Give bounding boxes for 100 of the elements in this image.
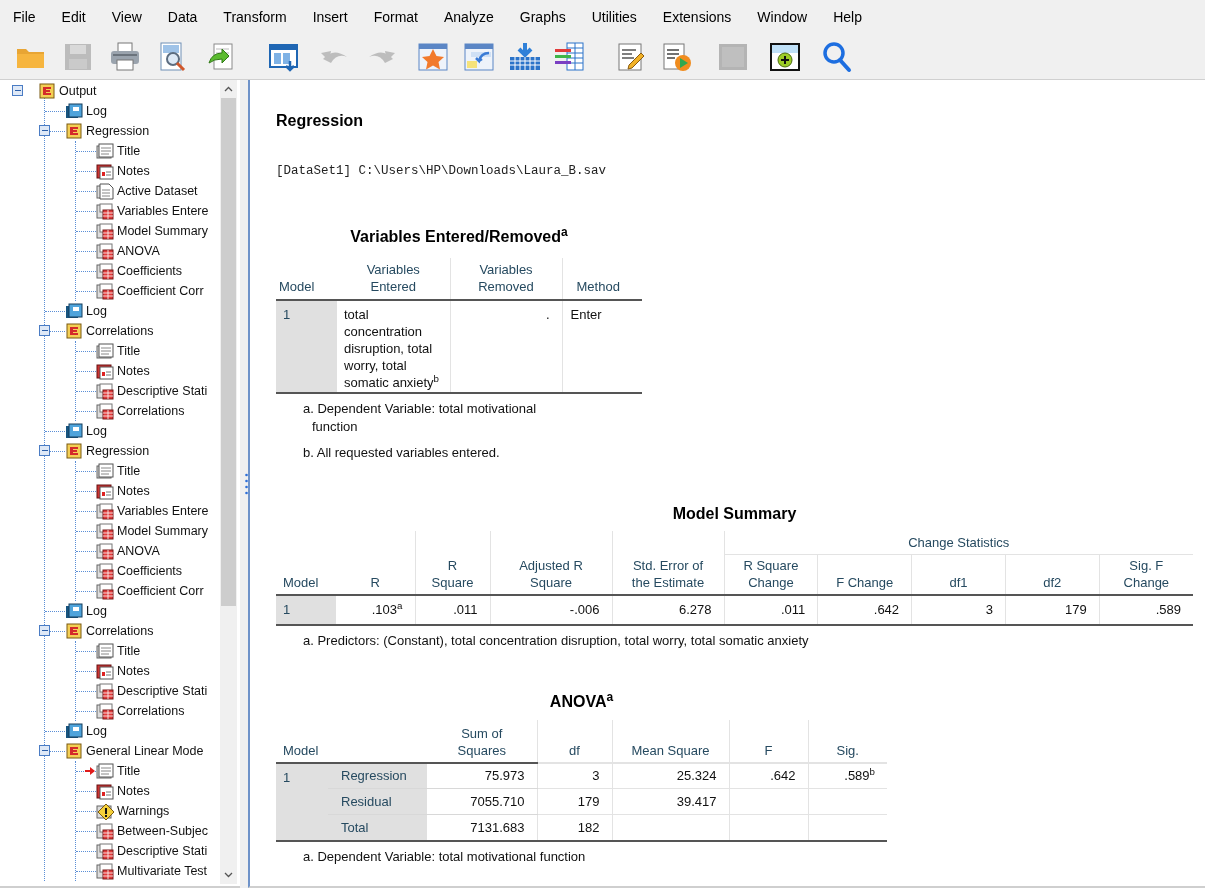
tree-item[interactable]: Regression <box>86 441 150 461</box>
tree-item[interactable]: Log <box>86 101 107 121</box>
tree-item[interactable]: Correlations <box>117 701 185 721</box>
column-header: F Change <box>817 554 912 595</box>
tree-item[interactable]: Variables Entere <box>117 201 209 221</box>
scrollbar[interactable] <box>220 80 237 884</box>
row-header: Total <box>328 814 427 841</box>
tree-item[interactable]: ANOVA <box>117 541 160 561</box>
notebook-icon <box>65 602 83 620</box>
add-window-icon <box>769 40 801 73</box>
tree-item[interactable]: Multivariate Test <box>117 861 208 881</box>
expand-toggle[interactable] <box>39 325 50 336</box>
tree-item[interactable]: Notes <box>117 661 150 681</box>
tree-item[interactable]: Notes <box>117 161 150 181</box>
menu-item[interactable]: Format <box>362 4 429 30</box>
menu-item[interactable]: Help <box>822 4 873 30</box>
output-book-icon <box>38 82 56 100</box>
tree-item[interactable]: Coefficient Corr <box>117 281 204 301</box>
tree-item[interactable]: Title <box>117 141 141 161</box>
tree-item[interactable]: Descriptive Stati <box>117 841 208 861</box>
tree-item[interactable]: Between-Subjec <box>117 821 209 841</box>
table-cell: .589$^{b}$ <box>808 762 887 789</box>
tree-item[interactable]: Log <box>86 301 107 321</box>
menu-item[interactable]: Data <box>156 4 209 30</box>
tree-item[interactable]: Log <box>86 601 107 621</box>
tree-item[interactable]: Notes <box>117 361 150 381</box>
tree-item[interactable]: General Linear Mode <box>86 741 204 761</box>
menu-item[interactable]: Graphs <box>508 4 577 30</box>
expand-toggle[interactable] <box>12 85 23 96</box>
tree-item[interactable]: Title <box>117 641 141 661</box>
menu-item[interactable]: Edit <box>50 4 97 30</box>
menu-item[interactable]: Window <box>746 4 819 30</box>
list-table-button[interactable] <box>552 39 586 74</box>
tree-item[interactable]: Model Summary <box>117 221 208 241</box>
scrollbar-thumb[interactable] <box>221 98 236 606</box>
tree-item[interactable]: Descriptive Stati <box>117 381 208 401</box>
tree-item[interactable]: Coefficients <box>117 261 183 281</box>
scroll-up-icon[interactable] <box>224 86 233 92</box>
title-page-icon <box>96 642 114 660</box>
tree-item[interactable]: ANOVA <box>117 241 160 261</box>
menu-item[interactable]: Utilities <box>580 4 648 30</box>
column-header: Sum of Squares <box>427 719 537 763</box>
menu-item[interactable]: Analyze <box>433 4 505 30</box>
search-button[interactable] <box>820 39 854 74</box>
menu-item[interactable]: Transform <box>212 4 298 30</box>
tree-item[interactable]: Notes <box>117 781 150 801</box>
tree-item[interactable]: Regression <box>86 121 150 141</box>
table-page-icon <box>96 222 114 240</box>
output-book-icon <box>65 622 83 640</box>
expand-toggle[interactable] <box>39 445 50 456</box>
notes-page-icon <box>96 782 114 800</box>
table-page-icon <box>96 522 114 540</box>
document-play-icon <box>661 40 693 73</box>
row-header: Residual <box>328 788 427 815</box>
table-cell: .011 <box>415 594 490 625</box>
expand-toggle[interactable] <box>39 625 50 636</box>
tree-item[interactable]: Title <box>117 761 141 781</box>
tree-item[interactable]: Descriptive Stati <box>117 681 208 701</box>
tree-item[interactable]: Correlations <box>86 321 154 341</box>
splitter-handle-icon[interactable] <box>245 473 248 495</box>
tree-item[interactable]: Coefficients <box>117 561 183 581</box>
table-cell: .589 <box>1099 594 1193 625</box>
table-cell: 6.278 <box>612 594 724 625</box>
tree-item[interactable]: Log <box>86 421 107 441</box>
tree-item[interactable]: Coefficient Corr <box>117 581 204 601</box>
column-header: Model <box>276 719 427 763</box>
table-title: Model Summary <box>671 503 798 524</box>
row-header: Regression <box>328 762 427 789</box>
expand-toggle[interactable] <box>39 125 50 136</box>
table-title: Variables Entered/Removed$^{a}$ <box>349 224 569 247</box>
menu-item[interactable]: Extensions <box>651 4 743 30</box>
menu-item[interactable]: File <box>2 4 47 30</box>
tree-item[interactable]: Correlations <box>117 401 185 421</box>
table-cell: .103$^{a}$ <box>336 594 415 625</box>
tree-item[interactable]: Log <box>86 721 107 741</box>
scroll-down-icon[interactable] <box>224 872 233 878</box>
tree-item[interactable]: Output <box>59 81 97 101</box>
tree-item[interactable]: Title <box>117 461 141 481</box>
column-header: R <box>336 530 415 595</box>
tree-item[interactable]: Title <box>117 341 141 361</box>
tree-item[interactable]: Variables Entere <box>117 501 209 521</box>
dataset-path: [DataSet1] C:\Users\HP\Downloads\Laura_B.sav <box>276 163 608 180</box>
output-book-icon <box>65 742 83 760</box>
tree-item[interactable]: Correlations <box>86 621 154 641</box>
row-header: 1 <box>276 594 336 625</box>
list-table-icon <box>553 40 585 73</box>
menu-item[interactable]: View <box>100 4 153 30</box>
expand-toggle[interactable] <box>39 745 50 756</box>
table-cell: 7131.683 <box>427 814 537 841</box>
tree-item[interactable]: Notes <box>117 481 150 501</box>
tree-item[interactable]: Active Dataset <box>117 181 198 201</box>
tree-item[interactable]: Model Summary <box>117 521 208 541</box>
printer-button[interactable] <box>108 39 142 74</box>
tree-item[interactable]: Warnings <box>117 801 170 821</box>
table-page-icon <box>96 582 114 600</box>
menu-item[interactable]: Insert <box>301 4 359 30</box>
title-page-icon <box>96 342 114 360</box>
column-header: df2 <box>1005 554 1100 595</box>
table-page-icon <box>96 682 114 700</box>
column-header: R Square Change <box>724 554 818 595</box>
